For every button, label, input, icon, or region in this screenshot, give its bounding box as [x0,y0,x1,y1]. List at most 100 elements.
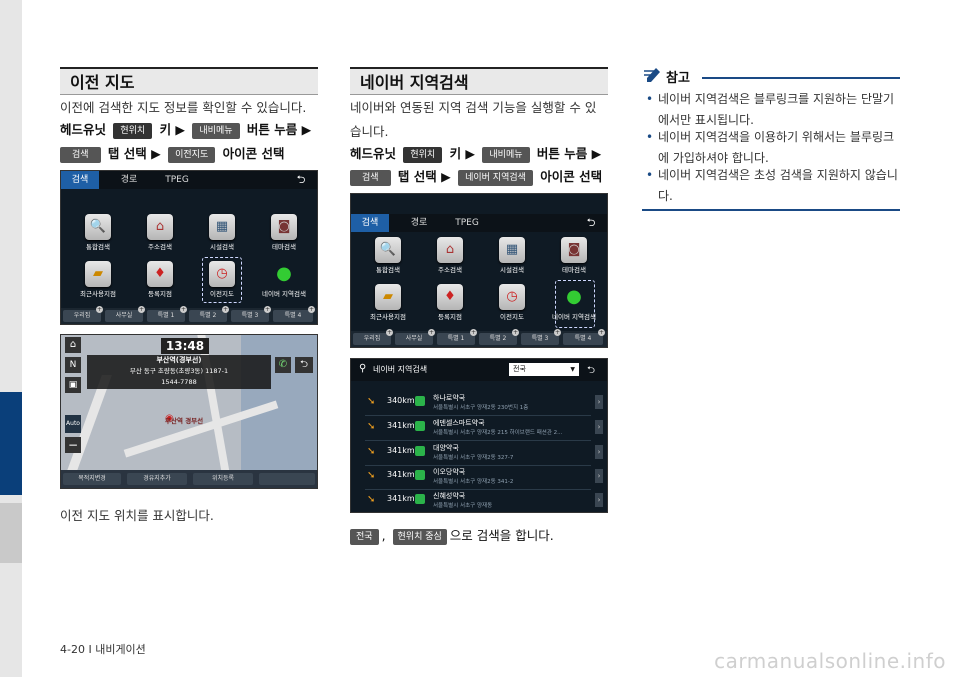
icon-label: 이전지도 [500,313,524,321]
favorite-button[interactable]: 우리집 + [353,329,393,345]
key-chip-current-location: 현위치 [403,146,443,163]
note-title: 참고 [666,71,690,86]
favorite-button[interactable]: 특별 1 + [147,306,187,322]
house-icon[interactable]: ⌂ [437,237,463,263]
tab-tpeg[interactable]: TPEG [447,214,487,232]
add-waypoint-button[interactable]: 경유지추가 [127,473,187,485]
folder-icon[interactable]: ▰ [375,284,401,310]
chevron-right-icon[interactable]: › [595,469,603,483]
change-destination-button[interactable]: 목적지변경 [63,473,121,485]
note-item: • 네이버 지역검색은 초성 검색을 지원하지 않습니다. [646,165,902,207]
separator: , [381,528,386,543]
chevron-right-icon[interactable]: › [595,493,603,507]
search-icon[interactable]: 🔍 [85,214,111,240]
bullet-icon: • [646,130,654,144]
favorite-button[interactable]: 사무실 + [395,329,435,345]
auto-scale-button[interactable]: Auto [65,415,81,433]
list-item[interactable]: ➘ 341km 신혜성약국 서울특별시 서초구 양재동 › [365,489,603,512]
zoom-out-icon[interactable]: − [65,437,81,453]
distance: 340km [387,396,415,405]
tab-route[interactable]: 경로 [109,171,149,189]
register-location-button[interactable]: 위치등록 [193,473,253,485]
naver-icon [415,421,425,431]
tab-search[interactable]: 검색 [61,171,99,189]
favorite-button[interactable]: 사무실 + [105,306,145,322]
note-divider-bottom [642,209,900,211]
section-description-line-2: 습니다. [350,124,389,139]
favorite-button[interactable]: 특별 4 + [273,306,315,322]
map-action-bar: 목적지변경 경유지추가 위치등록 [61,470,317,488]
result-address: 서울특별시 서초구 양재2동 341-2 [433,479,514,485]
result-address: 서울특별시 서초구 양재2동 327-7 [433,455,514,461]
search-scope-note: 전국, 현위치 중심 으로 검색을 합니다. [350,525,554,547]
tab-tpeg[interactable]: TPEG [157,171,197,189]
icon-label: 통합검색 [376,266,400,274]
tab-route[interactable]: 경로 [399,214,439,232]
search-icon[interactable]: 🔍 [375,237,401,263]
section-title-naver-search: 네이버 지역검색 [350,67,608,95]
search-menu-screenshot: 검색 경로 TPEG ⮌ 🔍 통합검색 ⌂ 주소검색 ▦ 시설검색 ◙ 테마검색… [350,193,608,348]
icon-label: 통합검색 [86,243,110,251]
list-item[interactable]: ➘ 341km 이오당약국 서울특별시 서초구 양재2동 341-2 › [365,465,603,490]
direction-arrow-icon: ➘ [367,421,376,432]
note-item: • 네이버 지역검색은 블루링크를 지원하는 단말기에서만 표시됩니다. [646,89,902,131]
icon-label: 등록지점 [438,313,462,321]
folder-icon[interactable]: ▰ [85,261,111,287]
note-text: 네이버 지역검색을 이용하기 위해서는 블루링크에 가입하셔야 합니다. [658,130,895,165]
back-icon[interactable]: ⮌ [295,357,313,373]
direction-arrow-icon: ➘ [367,446,376,457]
back-icon[interactable]: ⮌ [581,216,601,230]
search-menu-screenshot: 검색 경로 TPEG ⮌ 🔍 통합검색 ⌂ 주소검색 ▦ 시설검색 ◙ 테마검색… [60,170,318,325]
favorite-button[interactable]: 특별 3 + [521,329,561,345]
search-tab-bar: 검색 경로 TPEG ⮌ [351,214,607,232]
list-item[interactable]: ➘ 340km 하나로약국 서울특별시 서초구 양재2동 230번지 1층 › [365,391,603,416]
favorite-button[interactable]: 특별 2 + [479,329,519,345]
back-icon[interactable]: ⮌ [291,173,311,187]
step-text: 탭 선택 ▶ [107,146,161,161]
chapter-tab [0,503,22,563]
result-address: 서울특별시 서초구 양재2동 230번지 1층 [433,405,529,411]
tab-search[interactable]: 검색 [351,214,389,232]
section-description: 이전에 검색한 지도 정보를 확인할 수 있습니다. [60,100,307,115]
chevron-right-icon[interactable]: › [595,420,603,434]
favorite-button[interactable]: 특별 3 + [231,306,271,322]
place-info-panel: 부산역(경부선) 부산 동구 초량동(초량3동) 1187-1 1544-778… [87,355,271,389]
list-item[interactable]: ➘ 341km 에덴셀스마트약국 서울특별시 서초구 양재2동 215 하이브랜… [365,416,603,441]
camera-icon[interactable]: ◙ [271,214,297,240]
chevron-right-icon[interactable]: › [595,445,603,459]
icon-chip-previous-map: 이전지도 [168,146,216,163]
pin-icon[interactable]: ♦ [147,261,173,287]
north-up-icon[interactable]: N [65,357,81,373]
region-select[interactable]: 전국 ▼ [509,363,579,376]
key-chip-current-location: 현위치 [113,122,153,139]
step-text: 헤드유닛 [60,122,107,137]
direction-arrow-icon: ➘ [367,470,376,481]
chevron-right-icon[interactable]: › [595,395,603,409]
note-text: 네이버 지역검색은 초성 검색을 지원하지 않습니다. [658,168,898,203]
step-text: 으로 검색을 합니다. [449,528,554,543]
pin-icon[interactable]: ♦ [437,284,463,310]
list-item[interactable]: ➘ 341km 대양약국 서울특별시 서초구 양재2동 327-7 › [365,441,603,466]
view-mode-icon[interactable]: ▣ [65,377,81,393]
favorite-button[interactable]: 특별 4 + [563,329,605,345]
back-icon[interactable]: ⮌ [587,363,595,380]
naver-pin-icon[interactable]: ● [561,284,587,310]
camera-icon[interactable]: ◙ [561,237,587,263]
history-icon[interactable]: ◷ [209,261,235,287]
result-address: 서울특별시 서초구 양재동 [433,503,493,509]
house-icon[interactable]: ⌂ [147,214,173,240]
step-text: 헤드유닛 [350,146,397,161]
building-icon[interactable]: ▦ [499,237,525,263]
home-icon[interactable]: ⌂ [65,337,81,353]
history-icon[interactable]: ◷ [499,284,525,310]
building-icon[interactable]: ▦ [209,214,235,240]
naver-pin-icon[interactable]: ● [271,261,297,287]
icon-label: 등록지점 [148,290,172,298]
search-tab-bar: 검색 경로 TPEG ⮌ [61,171,317,189]
favorite-button[interactable]: 특별 1 + [437,329,477,345]
instruction-step-1: 헤드유닛 현위치 키 ▶ 내비메뉴 버튼 누름 ▶ [60,119,311,141]
phone-icon[interactable]: ✆ [275,357,291,373]
place-name: 부산역(경부선) [156,356,202,364]
favorite-button[interactable]: 특별 2 + [189,306,229,322]
favorite-button[interactable]: 우리집 + [63,306,103,322]
